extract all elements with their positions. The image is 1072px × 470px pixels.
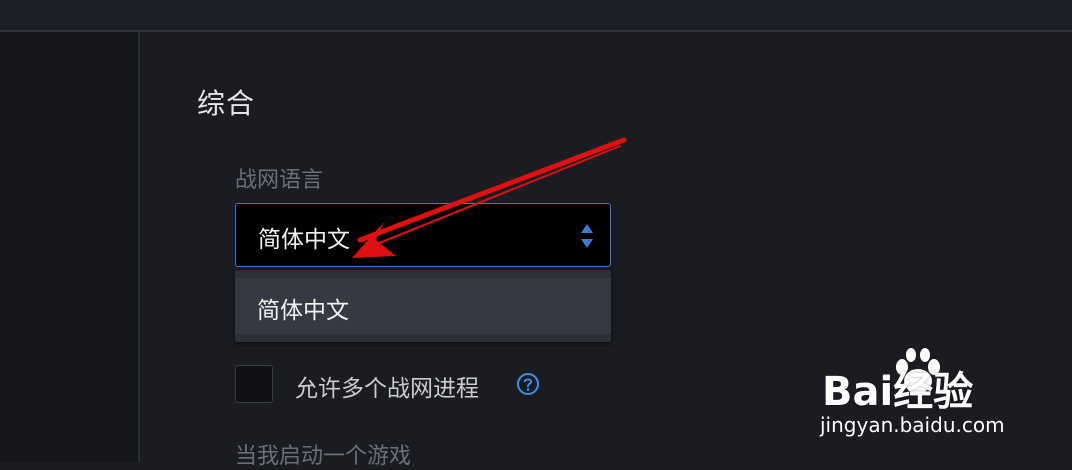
dropdown-option-simplified-chinese[interactable]: 简体中文 — [235, 278, 611, 334]
launch-game-section-label: 当我启动一个游戏 — [235, 444, 412, 469]
section-title: 综合 — [197, 87, 256, 120]
language-dropdown: 简体中文 — [235, 270, 611, 342]
left-sidebar — [0, 32, 140, 462]
language-select-value: 简体中文 — [258, 227, 350, 253]
select-arrows-icon — [580, 222, 594, 250]
dropdown-option-label: 简体中文 — [257, 298, 349, 324]
multi-process-checkbox[interactable] — [235, 365, 273, 403]
help-icon[interactable] — [516, 372, 540, 396]
language-label: 战网语言 — [235, 168, 324, 193]
language-select[interactable]: 简体中文 — [235, 203, 611, 267]
watermark-domain: jingyan.baidu.com — [820, 413, 1005, 437]
watermark-brand: Bai经验 — [822, 369, 974, 415]
top-bar — [0, 0, 1072, 32]
baidu-watermark: Bai经验 jingyan.baidu.com — [820, 345, 1040, 445]
multi-process-label: 允许多个战网进程 — [295, 376, 479, 402]
